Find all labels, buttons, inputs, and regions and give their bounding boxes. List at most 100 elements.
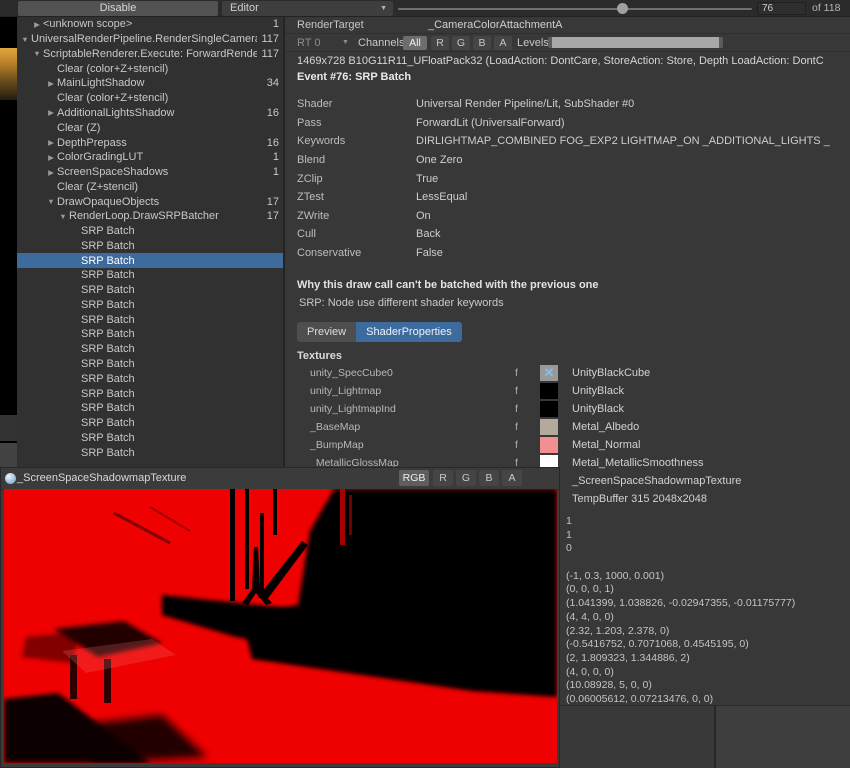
tree-row[interactable]: ▶AdditionalLightsShadow16 [17, 106, 283, 121]
batch-break-reason: SRP: Node use different shader keywords [299, 297, 504, 309]
detail-row: ZTestLessEqual [285, 188, 850, 207]
texture-row[interactable]: _BaseMapfMetal_Albedo [285, 418, 850, 436]
chevron-right-icon[interactable]: ▶ [45, 108, 57, 117]
tree-row[interactable]: SRP Batch [17, 253, 283, 268]
chevron-down-icon[interactable]: ▼ [57, 212, 69, 221]
tree-row[interactable]: SRP Batch [17, 416, 283, 431]
tree-row[interactable]: SRP Batch [17, 371, 283, 386]
tree-row-label: Clear (color+Z+stencil) [57, 63, 275, 75]
tree-row-label: SRP Batch [81, 269, 275, 281]
frame-slider-handle[interactable] [617, 3, 628, 14]
texture-sphere-icon [5, 473, 16, 484]
preview-channel-button-g[interactable]: G [456, 470, 476, 486]
tree-row[interactable]: ▼UniversalRenderPipeline.RenderSingleCam… [17, 32, 283, 47]
tree-row[interactable]: SRP Batch [17, 327, 283, 342]
render-target-row: RenderTarget _CameraColorAttachmentA [285, 17, 850, 34]
tree-row[interactable]: SRP Batch [17, 445, 283, 460]
tree-row[interactable]: ▼RenderLoop.DrawSRPBatcher17 [17, 209, 283, 224]
chevron-right-icon[interactable]: ▶ [45, 153, 57, 162]
texture-asset-name: Metal_MetallicSmoothness [572, 457, 703, 469]
frame-number-input[interactable]: 76 [757, 2, 806, 15]
chevron-right-icon[interactable]: ▶ [31, 20, 43, 29]
channel-button-b[interactable]: B [473, 36, 491, 50]
tree-row[interactable]: SRP Batch [17, 298, 283, 313]
texture-asset-name: TempBuffer 315 2048x2048 [572, 493, 707, 505]
chevron-down-icon[interactable]: ▼ [19, 35, 31, 44]
chevron-right-icon[interactable]: ▶ [45, 79, 57, 88]
detail-row: ConservativeFalse [285, 244, 850, 263]
tree-row[interactable]: Clear (color+Z+stencil) [17, 91, 283, 106]
channel-button-a[interactable]: A [494, 36, 512, 50]
detail-label: Keywords [285, 135, 416, 147]
disable-button[interactable]: Disable [18, 1, 218, 16]
render-target-value: _CameraColorAttachmentA [428, 18, 563, 33]
tree-row-label: SRP Batch [81, 225, 275, 237]
texture-property-name: unity_Lightmap [285, 385, 515, 397]
chevron-right-icon[interactable]: ▶ [45, 138, 57, 147]
texture-row[interactable]: _BumpMapfMetal_Normal [285, 436, 850, 454]
tree-row[interactable]: SRP Batch [17, 386, 283, 401]
tree-row[interactable]: ▼ScriptableRenderer.Execute: ForwardRend… [17, 47, 283, 62]
frame-slider-track[interactable] [398, 8, 752, 10]
texture-row[interactable]: unity_LightmapfUnityBlack [285, 382, 850, 400]
tree-row[interactable]: Clear (Z+stencil) [17, 179, 283, 194]
texture-property-name: unity_SpecCube0 [285, 367, 515, 379]
shader-value-line: (-0.5416752, 0.7071068, 0.4545195, 0) [566, 638, 795, 652]
tree-row[interactable]: ▶ScreenSpaceShadows1 [17, 165, 283, 180]
detail-value: True [416, 173, 850, 185]
tree-row[interactable]: SRP Batch [17, 357, 283, 372]
tree-row[interactable]: ▶ColorGradingLUT1 [17, 150, 283, 165]
tree-row[interactable]: SRP Batch [17, 312, 283, 327]
texture-swatch-black [540, 401, 558, 417]
tree-row[interactable]: Clear (Z) [17, 120, 283, 135]
preview-channel-button-rgb[interactable]: RGB [399, 470, 429, 486]
inspector-tabs: PreviewShaderProperties [297, 322, 462, 342]
channels-row: RT 0 ▼ Channels AllRGBA Levels [285, 34, 850, 52]
detail-value: LessEqual [416, 191, 850, 203]
texture-swatch-cube [540, 365, 558, 381]
texture-property-name: _BumpMap [285, 439, 515, 451]
detail-row: PassForwardLit (UniversalForward) [285, 114, 850, 133]
tree-row[interactable]: SRP Batch [17, 430, 283, 445]
channel-button-all[interactable]: All [403, 36, 427, 50]
levels-range-slider[interactable] [548, 37, 723, 48]
shadowmap-preview-svg [4, 489, 557, 763]
tree-row[interactable]: SRP Batch [17, 401, 283, 416]
tree-row[interactable]: SRP Batch [17, 342, 283, 357]
tree-row[interactable]: SRP Batch [17, 238, 283, 253]
preview-channel-button-r[interactable]: R [433, 470, 453, 486]
tree-row-count: 34 [267, 77, 279, 89]
tree-row[interactable]: ▼DrawOpaqueObjects17 [17, 194, 283, 209]
chevron-down-icon[interactable]: ▼ [31, 49, 43, 58]
preview-channel-button-b[interactable]: B [479, 470, 499, 486]
channel-button-g[interactable]: G [452, 36, 470, 50]
scene-backdrop-gray [0, 415, 17, 441]
tree-row-count: 1 [273, 151, 279, 163]
tree-row[interactable]: SRP Batch [17, 283, 283, 298]
tree-row[interactable]: Clear (color+Z+stencil) [17, 61, 283, 76]
texture-row[interactable]: unity_LightmapIndfUnityBlack [285, 400, 850, 418]
tree-row[interactable]: ▶MainLightShadow34 [17, 76, 283, 91]
tree-row[interactable]: SRP Batch [17, 224, 283, 239]
chevron-right-icon[interactable]: ▶ [45, 168, 57, 177]
shader-value-line: (0, 0, 0, 1) [566, 583, 795, 597]
detail-label: Blend [285, 154, 416, 166]
preview-title-bar: _ScreenSpaceShadowmapTexture RGBRGBA [1, 468, 559, 490]
tree-row[interactable]: SRP Batch [17, 268, 283, 283]
tab-shaderproperties[interactable]: ShaderProperties [356, 322, 462, 342]
tree-row-label: SRP Batch [81, 417, 275, 429]
detail-label: Shader [285, 98, 416, 110]
target-selector-dropdown[interactable]: Editor ▼ [222, 1, 393, 16]
preview-channel-button-a[interactable]: A [502, 470, 522, 486]
detail-label: Cull [285, 228, 416, 240]
chevron-down-icon[interactable]: ▼ [45, 197, 57, 206]
tree-row-label: RenderLoop.DrawSRPBatcher [69, 210, 263, 222]
texture-property-name: unity_LightmapInd [285, 403, 515, 415]
tab-preview[interactable]: Preview [297, 322, 356, 342]
tree-row[interactable]: ▶DepthPrepass16 [17, 135, 283, 150]
channel-button-r[interactable]: R [431, 36, 449, 50]
render-target-label: RenderTarget [297, 18, 364, 33]
texture-row[interactable]: unity_SpecCube0fUnityBlackCube [285, 364, 850, 382]
rt-index-dropdown[interactable]: RT 0 [297, 36, 320, 50]
tree-row[interactable]: ▶<unknown scope>1 [17, 17, 283, 32]
